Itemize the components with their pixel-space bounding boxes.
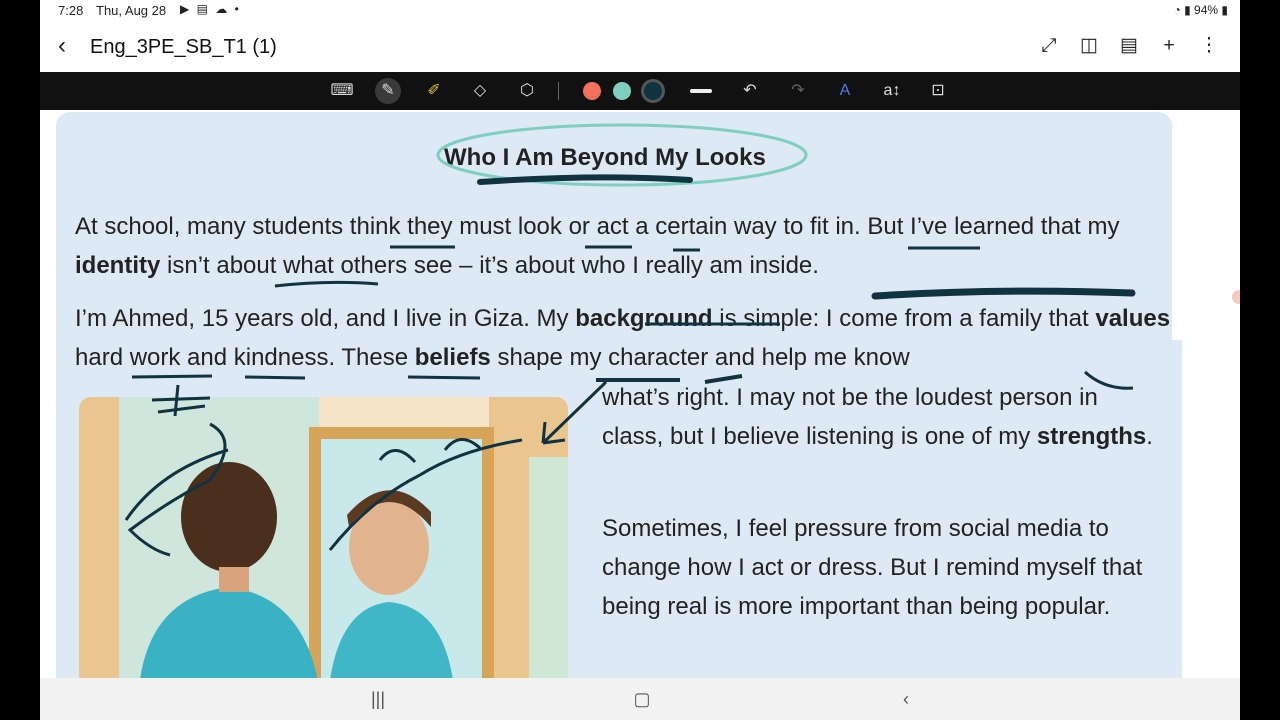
undo-icon[interactable]: ↶ [737, 78, 763, 104]
lock-icon[interactable]: ⊡ [925, 78, 951, 104]
home-button[interactable]: ▢ [622, 686, 662, 712]
battery-level: 94% [1194, 3, 1219, 17]
document-title: Eng_3PE_SB_T1 (1) [90, 36, 277, 58]
eraser-icon[interactable]: ◇ [467, 78, 493, 104]
system-nav-bar: ||| ▢ ‹ [40, 678, 1240, 720]
keyword-identity: identity [75, 252, 161, 279]
p2-text-4: shape my character and help me know [490, 344, 910, 371]
paragraph-4: Sometimes, I feel pressure from social m… [602, 515, 1143, 620]
stroke-width-icon[interactable] [690, 89, 712, 93]
add-icon[interactable]: + [1158, 34, 1180, 58]
status-bar: 7:28 Thu, Aug 28 ▶ ▤ ☁ • ◔ ▮ 94% ▮ [40, 0, 1240, 22]
notification-icons: ▶ ▤ ☁ • [180, 2, 241, 16]
status-right: ◔ ▮ 94% ▮ [1173, 3, 1228, 17]
p1-text-2: isn’t about what others see – it’s about… [160, 252, 819, 279]
keyword-strengths: strengths [1036, 423, 1147, 450]
pen-icon[interactable]: ✎ [375, 78, 401, 104]
keyword-values: values [1095, 305, 1171, 332]
illustration-drawing [79, 397, 568, 678]
status-time: 7:28 [58, 3, 84, 18]
reading-heading: Who I Am Beyond My Looks [444, 144, 766, 171]
recent-apps-button[interactable]: ||| [358, 686, 398, 712]
book-view-icon[interactable]: ◫ [1078, 34, 1100, 58]
boy-mirror-illustration [79, 397, 568, 678]
app-header: ‹ Eng_3PE_SB_T1 (1) ⤢ ◫ ▤ + ⋮ [40, 22, 1240, 72]
header-actions: ⤢ ◫ ▤ + ⋮ [1038, 34, 1220, 58]
toolbar-divider [558, 82, 559, 100]
page-list-icon[interactable]: ▤ [1118, 34, 1140, 58]
paragraph-2: I’m Ahmed, 15 years old, and I live in G… [75, 299, 1185, 377]
tablet-screen: 7:28 Thu, Aug 28 ▶ ▤ ☁ • ◔ ▮ 94% ▮ ‹ Eng… [40, 0, 1240, 720]
lasso-icon[interactable]: ⬡ [514, 78, 540, 104]
text-convert-icon[interactable]: a↕ [879, 78, 905, 104]
color-swatch-teal[interactable] [613, 82, 631, 100]
p1-text-1: At school, many students think they must… [75, 213, 1120, 240]
side-scroll-handle[interactable] [1232, 290, 1240, 304]
drawing-toolbar: ⌨ ✎ ✐ ◇ ⬡ ↶ ↷ A a↕ ⊡ [40, 72, 1240, 110]
p2-text-2: is simple: I come from a family that [712, 305, 1096, 332]
keyboard-icon[interactable]: ⌨ [329, 78, 355, 104]
keyword-beliefs: beliefs [414, 344, 491, 371]
signal-icon: ▮ [1184, 3, 1191, 17]
wifi-icon: ◔ [1173, 3, 1181, 17]
battery-icon: ▮ [1221, 3, 1228, 17]
nav-back-button[interactable]: ‹ [886, 686, 926, 712]
color-swatch-dark-teal[interactable] [644, 82, 662, 100]
more-icon[interactable]: ⋮ [1198, 34, 1220, 58]
text-style-icon[interactable]: A [832, 78, 858, 104]
back-arrow-icon[interactable]: ‹ [58, 32, 78, 60]
redo-icon[interactable]: ↷ [785, 78, 811, 104]
p3-text-2: . [1146, 423, 1153, 450]
highlighter-icon[interactable]: ✐ [421, 78, 447, 104]
document-page[interactable]: Who I Am Beyond My Looks At school, many… [40, 110, 1240, 678]
paragraph-1: At school, many students think they must… [75, 207, 1165, 285]
p3-text-1: what’s right. I may not be the loudest p… [602, 384, 1098, 450]
p2-text-1: I’m Ahmed, 15 years old, and I live in G… [75, 305, 576, 332]
paragraph-3: what’s right. I may not be the loudest p… [602, 378, 1162, 456]
expand-icon[interactable]: ⤢ [1038, 34, 1060, 58]
p2-text-3: hard work and kindness. These [75, 344, 415, 371]
keyword-background: background [575, 305, 713, 332]
color-swatch-coral[interactable] [583, 82, 601, 100]
status-date: Thu, Aug 28 [96, 3, 167, 18]
